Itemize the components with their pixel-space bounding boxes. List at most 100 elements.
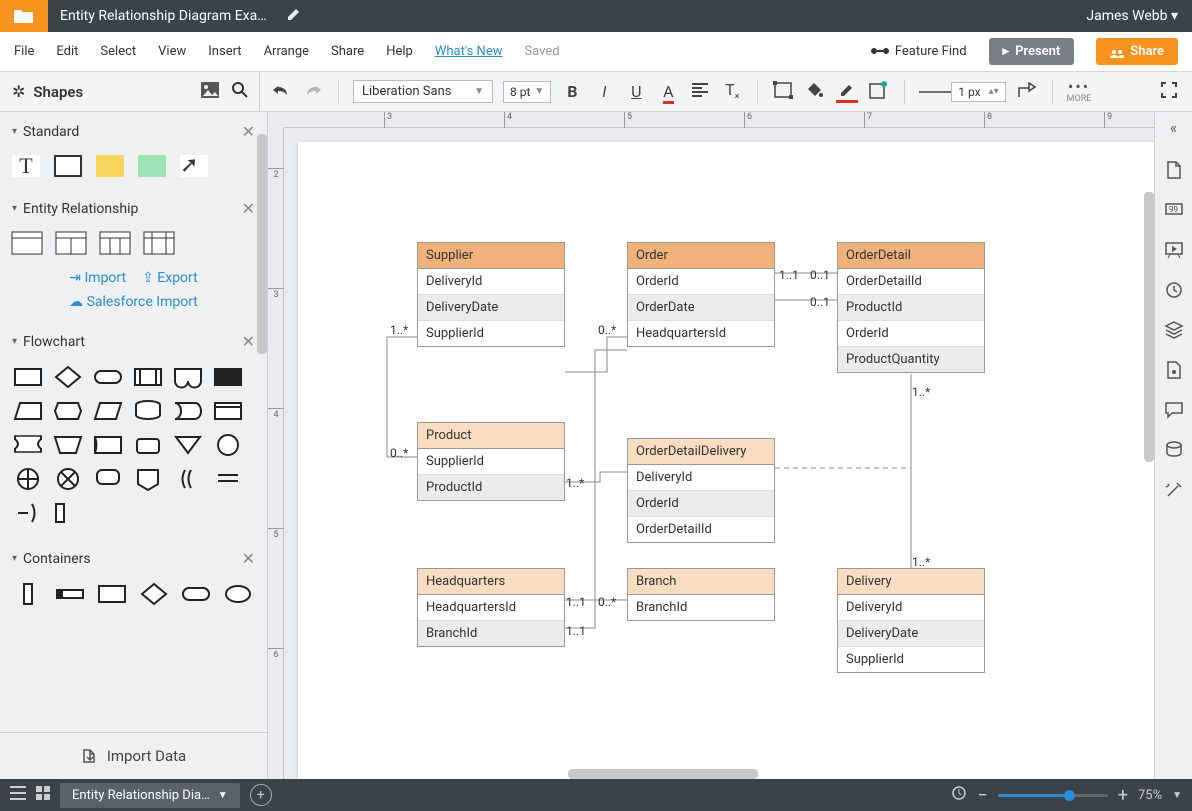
edit-title-icon[interactable] xyxy=(287,7,301,25)
document-title[interactable]: Entity Relationship Diagram Exa… xyxy=(48,8,279,24)
flowchart-shape[interactable] xyxy=(134,365,164,389)
flowchart-shape[interactable] xyxy=(134,433,164,457)
entity-field[interactable]: OrderDetailId xyxy=(838,269,984,295)
flowchart-shape[interactable] xyxy=(94,433,124,457)
flowchart-shape[interactable] xyxy=(174,467,204,491)
undo-icon[interactable] xyxy=(270,82,292,101)
italic-icon[interactable]: I xyxy=(593,82,615,101)
zoom-out-icon[interactable]: − xyxy=(977,785,987,806)
export-link[interactable]: ⇪ Export xyxy=(142,270,198,286)
entity-hq[interactable]: HeadquartersHeadquartersIdBranchId xyxy=(417,568,565,647)
flowchart-shape[interactable] xyxy=(214,365,244,389)
flowchart-shape[interactable] xyxy=(14,399,44,423)
flowchart-shape[interactable] xyxy=(54,433,84,457)
comment-icon[interactable]: 99 xyxy=(1163,199,1185,221)
menu-select[interactable]: Select xyxy=(100,44,136,59)
er-shape-2[interactable] xyxy=(56,232,86,254)
entity-field[interactable]: OrderId xyxy=(628,491,774,517)
master-page-icon[interactable] xyxy=(1163,359,1185,381)
panel-standard[interactable]: ▾Standard✕ xyxy=(0,112,267,151)
panel-flowchart[interactable]: ▾Flowchart✕ xyxy=(0,322,267,361)
entity-order[interactable]: OrderOrderIdOrderDateHeadquartersId xyxy=(627,242,775,347)
more-button[interactable]: •••MORE xyxy=(1067,79,1092,104)
entity-field[interactable]: DeliveryId xyxy=(418,269,564,295)
folder-icon[interactable] xyxy=(0,0,48,32)
entity-field[interactable]: SupplierId xyxy=(418,321,564,346)
align-icon[interactable] xyxy=(689,82,711,101)
gear-icon[interactable]: ✲ xyxy=(12,82,25,101)
entity-orderdetail[interactable]: OrderDetailOrderDetailIdProductIdOrderId… xyxy=(837,242,985,373)
entity-field[interactable]: ProductId xyxy=(838,295,984,321)
er-shape-4[interactable] xyxy=(144,232,174,254)
close-icon[interactable]: ✕ xyxy=(242,549,255,568)
container-shape[interactable] xyxy=(182,582,210,610)
fill-icon[interactable] xyxy=(804,82,826,102)
chat-icon[interactable] xyxy=(1163,399,1185,421)
panel-containers[interactable]: ▾Containers✕ xyxy=(0,539,267,578)
canvas-scrollbar-h[interactable] xyxy=(568,769,758,779)
container-shape[interactable] xyxy=(14,582,42,610)
flowchart-shape[interactable] xyxy=(54,501,84,525)
entity-field[interactable]: SupplierId xyxy=(838,647,984,672)
entity-field[interactable]: OrderId xyxy=(838,321,984,347)
share-button[interactable]: Share xyxy=(1096,38,1178,65)
close-icon[interactable]: ✕ xyxy=(242,199,255,218)
flowchart-shape[interactable] xyxy=(174,399,204,423)
entity-field[interactable]: SupplierId xyxy=(418,449,564,475)
flowchart-shape[interactable] xyxy=(174,433,204,457)
line-width-select[interactable]: 1 px▴▾ xyxy=(951,82,1005,102)
entity-field[interactable]: BranchId xyxy=(418,621,564,646)
line-style-icon[interactable] xyxy=(919,82,941,101)
redo-icon[interactable] xyxy=(302,82,324,101)
flowchart-shape[interactable] xyxy=(134,467,164,491)
text-color-icon[interactable]: A xyxy=(657,82,679,101)
flowchart-shape[interactable] xyxy=(94,467,124,491)
flowchart-shape[interactable] xyxy=(14,501,44,525)
close-icon[interactable]: ✕ xyxy=(242,122,255,141)
search-icon[interactable] xyxy=(229,81,251,103)
line-route-icon[interactable] xyxy=(1016,82,1038,102)
font-select[interactable]: Liberation Sans▼ xyxy=(353,80,493,103)
flowchart-shape[interactable] xyxy=(14,433,44,457)
flowchart-shape[interactable] xyxy=(174,365,204,389)
page-tab[interactable]: Entity Relationship Dia…▼ xyxy=(60,783,240,808)
view-grid-icon[interactable] xyxy=(36,786,50,804)
er-shape-1[interactable] xyxy=(12,232,42,254)
entity-field[interactable]: HeadquartersId xyxy=(628,321,774,346)
entity-field[interactable]: DeliveryId xyxy=(838,595,984,621)
entity-field[interactable]: BranchId xyxy=(628,595,774,620)
layers-icon[interactable] xyxy=(1163,319,1185,341)
entity-odd[interactable]: OrderDetailDeliveryDeliveryIdOrderIdOrde… xyxy=(627,438,775,543)
border-color-icon[interactable] xyxy=(836,82,858,101)
entity-field[interactable]: OrderDetailId xyxy=(628,517,774,542)
flowchart-shape[interactable] xyxy=(54,399,84,423)
zoom-level[interactable]: 75% xyxy=(1138,788,1162,803)
entity-product[interactable]: ProductSupplierIdProductId xyxy=(417,422,565,501)
add-page-button[interactable]: + xyxy=(250,784,272,806)
menu-insert[interactable]: Insert xyxy=(208,44,241,59)
canvas-scrollbar-v[interactable] xyxy=(1144,192,1154,462)
entity-field[interactable]: DeliveryId xyxy=(628,465,774,491)
flowchart-shape[interactable] xyxy=(214,467,244,491)
zoom-in-icon[interactable]: + xyxy=(1118,785,1128,806)
entity-delivery[interactable]: DeliveryDeliveryIdDeliveryDateSupplierId xyxy=(837,568,985,673)
flowchart-shape[interactable] xyxy=(14,467,44,491)
flowchart-shape[interactable] xyxy=(134,399,164,423)
present-button[interactable]: ▸ Present xyxy=(989,38,1075,65)
shape-frame-icon[interactable] xyxy=(772,82,794,102)
panel-entity-relationship[interactable]: ▾Entity Relationship✕ xyxy=(0,189,267,228)
entity-field[interactable]: OrderDate xyxy=(628,295,774,321)
entity-field[interactable]: DeliveryDate xyxy=(838,621,984,647)
magic-icon[interactable] xyxy=(1163,479,1185,501)
flowchart-shape[interactable] xyxy=(54,467,84,491)
flowchart-shape[interactable] xyxy=(214,399,244,423)
menu-file[interactable]: File xyxy=(14,44,34,59)
clear-format-icon[interactable]: T× xyxy=(721,80,743,102)
entity-field[interactable]: HeadquartersId xyxy=(418,595,564,621)
import-link[interactable]: ⇥ Import xyxy=(69,270,126,286)
entity-branch[interactable]: BranchBranchId xyxy=(627,568,775,621)
menu-whats-new[interactable]: What's New xyxy=(435,44,503,59)
font-size-select[interactable]: 8 pt▼ xyxy=(503,81,551,103)
image-icon[interactable] xyxy=(199,82,221,102)
er-shape-3[interactable] xyxy=(100,232,130,254)
